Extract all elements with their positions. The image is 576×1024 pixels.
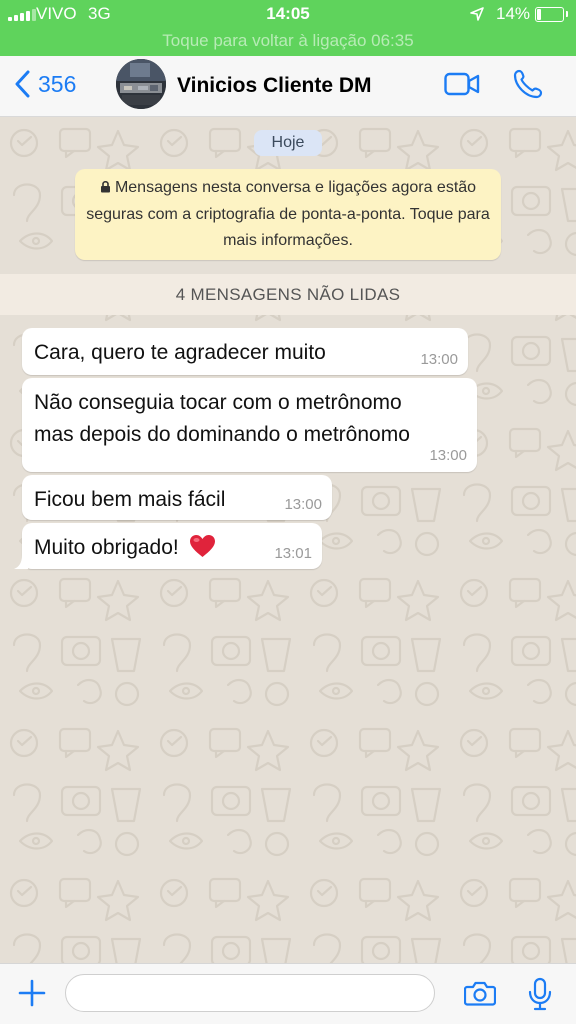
message-time: 13:00 <box>284 496 322 513</box>
avatar-photo <box>116 59 166 109</box>
message-time: 13:01 <box>274 545 312 562</box>
encryption-notice-text: Mensagens nesta conversa e ligações agor… <box>86 179 490 249</box>
voice-call-button[interactable] <box>512 68 544 105</box>
status-bar[interactable]: VIVO 3G 14:05 14% Toque para voltar à li… <box>0 0 576 56</box>
unread-chats-count: 356 <box>38 70 77 97</box>
message-line: mas depois do dominando o metrônomo <box>34 423 410 446</box>
message-input[interactable] <box>65 974 435 1012</box>
incoming-message[interactable]: Muito obrigado! 13:01 <box>14 523 322 569</box>
camera-button[interactable] <box>463 980 497 1011</box>
status-row: VIVO 3G 14:05 14% <box>0 4 576 26</box>
chevron-left-icon <box>15 70 30 98</box>
camera-icon <box>463 981 497 1006</box>
message-line: Cara, quero te agradecer muito <box>34 341 326 364</box>
whatsapp-chat-screen: VIVO 3G 14:05 14% Toque para voltar à li… <box>0 0 576 1024</box>
message-text: Muito obrigado! <box>34 532 216 568</box>
location-arrow-icon <box>470 6 484 26</box>
message-text: Cara, quero te agradecer muito <box>34 337 326 369</box>
contact-name[interactable]: Vinicios Cliente DM <box>177 74 372 98</box>
battery-percentage: 14% <box>496 4 531 23</box>
incoming-message[interactable]: Não conseguia tocar com o metrônomo mas … <box>22 378 477 472</box>
video-call-button[interactable] <box>444 71 480 102</box>
back-button[interactable]: 356 <box>14 70 76 98</box>
status-time: 14:05 <box>266 4 310 23</box>
return-to-call-banner[interactable]: Toque para voltar à ligação 06:35 <box>0 31 576 51</box>
chat-header: 356 Vinicios Cliente DM <box>0 56 576 117</box>
date-separator: Hoje <box>254 130 322 156</box>
video-call-icon <box>444 72 480 96</box>
message-line: Ficou bem mais fácil <box>34 488 226 511</box>
battery-icon <box>535 7 568 22</box>
unread-messages-banner: 4 MENSAGENS NÃO LIDAS <box>0 274 576 315</box>
lock-icon <box>100 176 111 202</box>
message-text: Ficou bem mais fácil <box>34 484 225 516</box>
bubble-tail <box>14 555 28 569</box>
voice-message-button[interactable] <box>527 977 553 1016</box>
plus-icon <box>18 979 46 1007</box>
phone-icon <box>513 69 543 99</box>
microphone-icon <box>528 977 552 1011</box>
incoming-message[interactable]: Cara, quero te agradecer muito 13:00 <box>22 328 468 375</box>
contact-avatar[interactable] <box>116 59 166 109</box>
encryption-notice[interactable]: Mensagens nesta conversa e ligações agor… <box>75 169 501 260</box>
message-composer <box>0 963 576 1024</box>
chat-thread[interactable]: Hoje Mensagens nesta conversa e ligações… <box>0 117 576 963</box>
message-text: Não conseguia tocar com o metrônomo mas … <box>34 387 410 451</box>
attach-button[interactable] <box>18 979 46 1012</box>
message-time: 13:00 <box>420 351 458 368</box>
message-time: 13:00 <box>429 447 467 464</box>
incoming-message[interactable]: Ficou bem mais fácil 13:00 <box>22 475 332 520</box>
message-line: Não conseguia tocar com o metrônomo <box>34 391 402 414</box>
message-line: Muito obrigado! <box>34 536 179 559</box>
heart-emoji <box>189 534 216 568</box>
